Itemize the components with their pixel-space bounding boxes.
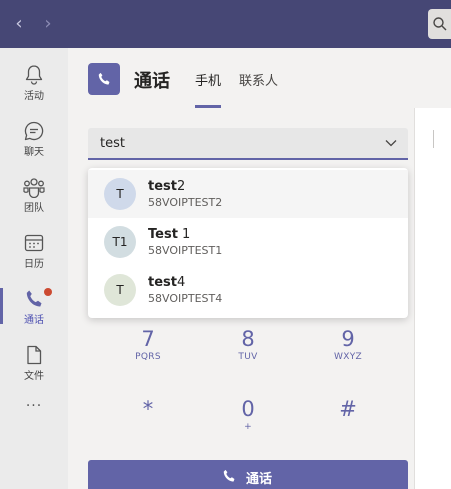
key-digit: 8 — [241, 327, 255, 351]
call-button[interactable]: 通话 — [88, 460, 408, 489]
suggestion-item[interactable]: T1 Test 1 58VOIPTEST1 — [88, 218, 408, 266]
key-digit: # — [339, 397, 357, 421]
key-digit: * — [142, 397, 154, 421]
rail-item-teams[interactable]: 团队 — [0, 168, 68, 220]
key-digit: 7 — [141, 327, 155, 351]
suggestion-name: test4 — [148, 275, 185, 290]
suggestion-number: 58VOIPTEST4 — [148, 292, 223, 305]
file-icon — [27, 345, 42, 365]
phone-icon — [98, 72, 110, 85]
rail-item-calendar[interactable]: 日历 — [0, 224, 68, 276]
dial-input-container — [88, 128, 408, 160]
title-bar: ‹ › — [0, 0, 451, 48]
rail-item-label: 活动 — [24, 91, 44, 102]
key-digit: 0 — [241, 397, 255, 421]
bell-icon — [25, 65, 43, 85]
tab-contacts[interactable]: 联系人 — [239, 70, 278, 89]
rail-item-label: 通话 — [24, 315, 44, 326]
rail-item-chat[interactable]: 聊天 — [0, 112, 68, 164]
page-header: 通话 手机 联系人 — [68, 48, 451, 108]
app-rail: 活动 聊天 团队 日历 通话 文件 ··· — [0, 48, 68, 489]
key-9[interactable]: 9 WXYZ — [308, 327, 388, 362]
call-button-label: 通话 — [246, 472, 273, 487]
name-rest: 4 — [176, 275, 186, 290]
notification-dot — [44, 288, 52, 296]
avatar: T — [104, 274, 136, 306]
tab-phone[interactable]: 手机 — [195, 70, 222, 108]
teams-icon — [23, 178, 45, 198]
suggestion-name: test2 — [148, 179, 185, 194]
rail-item-files[interactable]: 文件 — [0, 336, 68, 388]
key-star[interactable]: * — [108, 397, 188, 422]
calls-app-icon — [88, 63, 120, 95]
rail-item-calls[interactable]: 通话 — [0, 280, 68, 332]
key-digit: 9 — [341, 327, 355, 351]
phone-icon — [26, 290, 42, 307]
key-7[interactable]: 7 PQRS — [108, 327, 188, 362]
dial-input[interactable] — [88, 128, 368, 158]
key-letters: + — [244, 422, 252, 432]
rail-item-activity[interactable]: 活动 — [0, 56, 68, 108]
key-letters: TUV — [238, 352, 258, 362]
divider-mark — [433, 130, 434, 148]
phone-icon — [223, 469, 235, 482]
forward-button[interactable]: › — [41, 14, 55, 34]
more-apps-button[interactable]: ··· — [0, 398, 68, 414]
right-pane — [415, 108, 451, 489]
back-button[interactable]: ‹ — [12, 14, 26, 34]
name-rest: 2 — [176, 179, 186, 194]
rail-item-label: 团队 — [24, 203, 44, 214]
calendar-icon — [24, 234, 44, 252]
rail-item-label: 聊天 — [24, 147, 44, 158]
name-match: test — [148, 275, 177, 290]
key-letters: WXYZ — [334, 352, 362, 362]
name-match: test — [148, 179, 177, 194]
chat-icon — [24, 121, 44, 141]
search-icon — [433, 17, 447, 31]
chevron-down-icon[interactable] — [384, 136, 398, 150]
suggestion-item[interactable]: T test2 58VOIPTEST2 — [88, 170, 408, 218]
suggestion-item[interactable]: T test4 58VOIPTEST4 — [88, 266, 408, 314]
key-8[interactable]: 8 TUV — [208, 327, 288, 362]
suggestion-number: 58VOIPTEST2 — [148, 196, 223, 209]
suggestion-number: 58VOIPTEST1 — [148, 244, 223, 257]
name-match: Test — [148, 227, 178, 242]
name-rest: 1 — [177, 227, 191, 242]
key-0[interactable]: 0 + — [208, 397, 288, 432]
rail-item-label: 日历 — [24, 259, 44, 270]
rail-item-label: 文件 — [24, 371, 44, 382]
search-input[interactable] — [428, 9, 451, 39]
avatar: T — [104, 178, 136, 210]
suggestion-dropdown: T test2 58VOIPTEST2 T1 Test 1 58VOIPTEST… — [88, 168, 408, 318]
page-title: 通话 — [134, 71, 170, 92]
key-hash[interactable]: # — [308, 397, 388, 422]
suggestion-name: Test 1 — [148, 227, 190, 242]
avatar: T1 — [104, 226, 136, 258]
key-letters: PQRS — [135, 352, 161, 362]
